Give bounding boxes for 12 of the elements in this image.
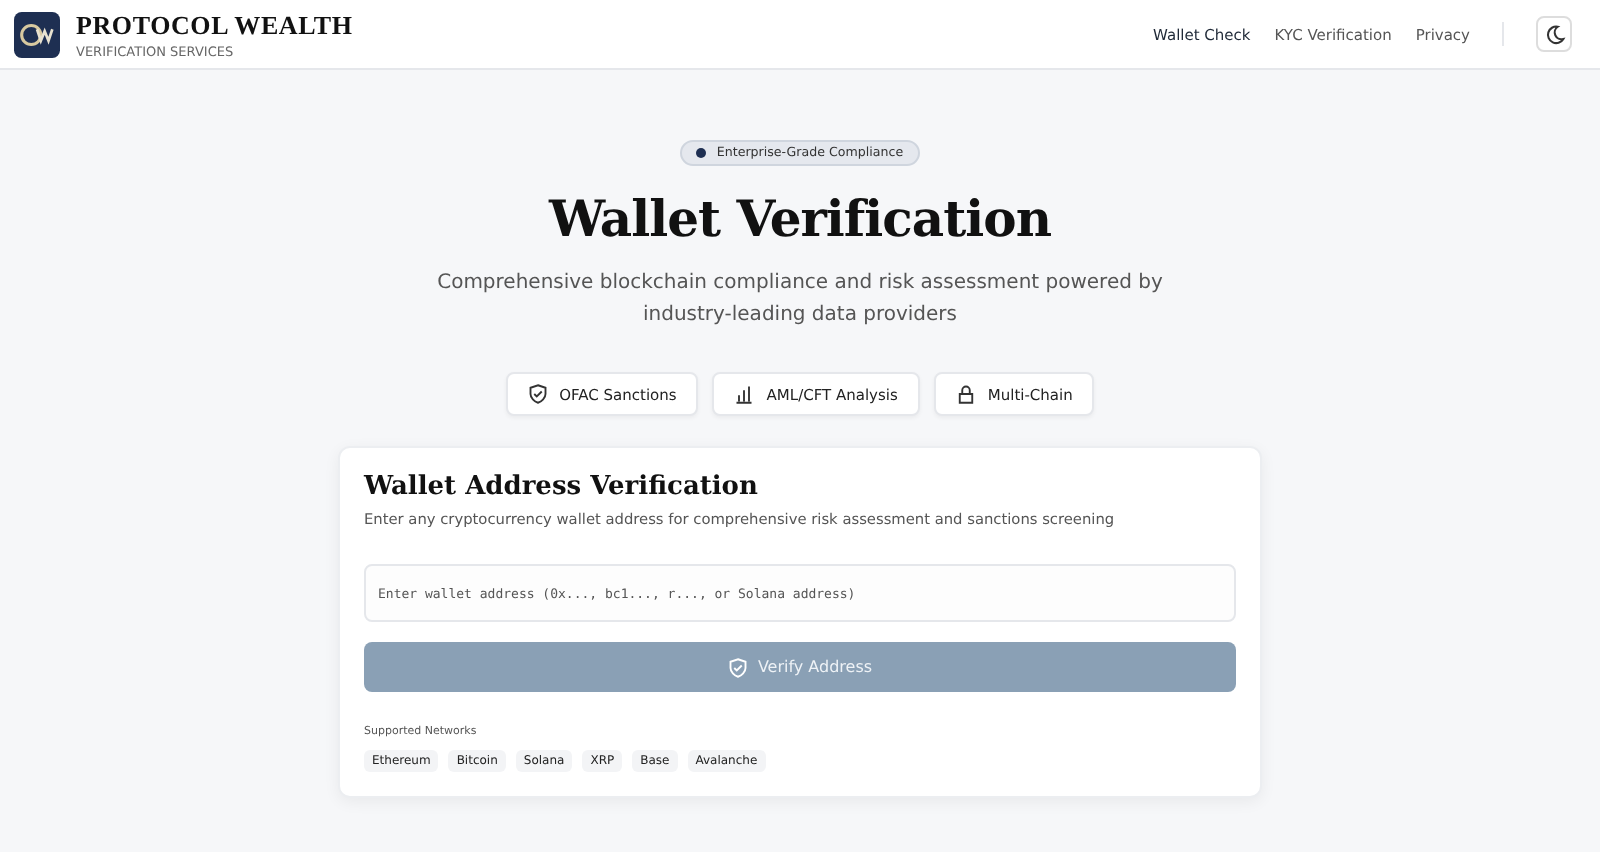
lock-icon — [955, 384, 976, 404]
theme-toggle-button[interactable] — [1536, 16, 1572, 52]
shield-icon — [727, 657, 748, 677]
logo-icon — [14, 11, 60, 57]
shield-icon — [527, 384, 548, 404]
brand-name: PROTOCOL WEALTH — [76, 9, 353, 41]
moon-icon — [1543, 23, 1565, 45]
dot-icon — [696, 148, 707, 158]
page-subtitle: Comprehensive blockchain compliance and risk assessment powered by industry-leading data providers — [435, 270, 1165, 330]
bar-chart-icon — [734, 384, 755, 404]
card-title: Wallet Address Verification — [364, 472, 760, 502]
page-title: Wallet Verification — [549, 190, 1051, 248]
